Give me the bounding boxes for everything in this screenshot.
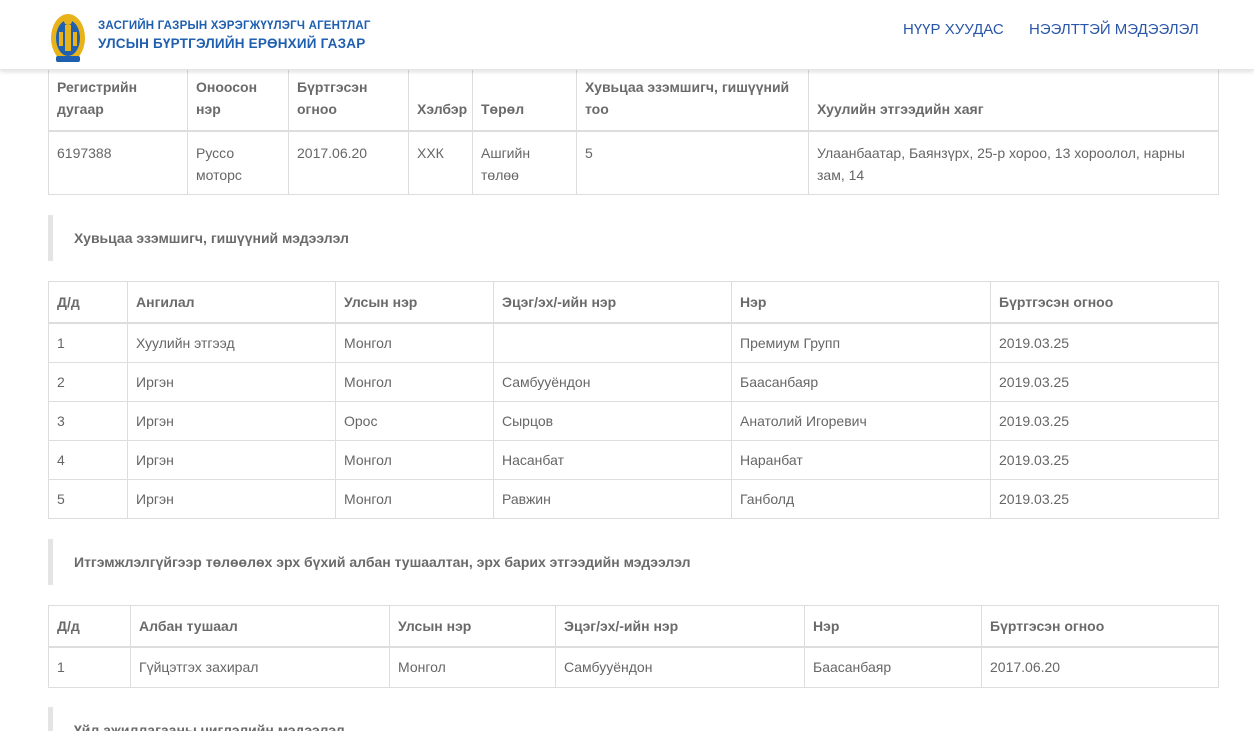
cell-country: Орос — [335, 401, 494, 441]
cell-given-name: Премиум Групп — [731, 322, 991, 363]
cell-registered-date: 2019.03.25 — [990, 440, 1219, 480]
col-header-registered-date: Бүртгэсэн огноо — [981, 605, 1219, 648]
cell-registered-date: 2019.03.25 — [990, 322, 1219, 363]
table-row: 4 Иргэн Монгол Насанбат Наранбат 2019.03… — [48, 440, 1219, 480]
col-header-register-number: Регистрийн дугаар — [48, 70, 188, 132]
cell-registered-date: 2019.03.25 — [990, 362, 1219, 402]
agency-brand[interactable]: ЗАСГИЙН ГАЗРЫН ХЭРЭГЖҮҮЛЭГЧ АГЕНТЛАГ УЛС… — [98, 20, 371, 51]
brand-line-registry: УЛСЫН БҮРТГЭЛИЙН ЕРӨНХИЙ ГАЗАР — [98, 36, 366, 51]
cell-category: Хуулийн этгээд — [127, 322, 336, 363]
cell-given-name: Баасанбаяр — [804, 646, 982, 688]
cell-index: 1 — [48, 322, 128, 363]
cell-parent-name — [493, 322, 732, 363]
cell-category: Иргэн — [127, 401, 336, 441]
cell-parent-name: Равжин — [493, 479, 732, 519]
section-title-representatives: Итгэмжлэлгүйгээр төлөөлөх эрх бүхий алба… — [48, 539, 1218, 585]
entity-address: Улаанбаатар, Баянзүрх, 25-р хороо, 13 хо… — [808, 130, 1219, 195]
table-header-row: Регистрийн дугаар Оноосон нэр Бүртгэсэн … — [48, 70, 1219, 132]
entity-name: Руссо моторс — [187, 130, 289, 195]
col-header-name: Оноосон нэр — [187, 70, 289, 132]
table-row: 1 Гүйцэтгэх захирал Монгол Самбууёндон Б… — [48, 646, 1219, 688]
cell-given-name: Анатолий Игоревич — [731, 401, 991, 441]
section-title-shareholders: Хувьцаа эзэмшигч, гишүүний мэдээлэл — [48, 215, 1218, 261]
entity-info-table: Регистрийн дугаар Оноосон нэр Бүртгэсэн … — [48, 70, 1219, 195]
cell-parent-name: Самбууёндон — [493, 362, 732, 402]
table-row: 3 Иргэн Орос Сырцов Анатолий Игоревич 20… — [48, 401, 1219, 441]
cell-registered-date: 2019.03.25 — [990, 401, 1219, 441]
table-row: 6197388 Руссо моторс 2017.06.20 ХХК Ашги… — [48, 130, 1219, 195]
col-header-registered-date: Бүртгэсэн огноо — [990, 281, 1219, 324]
cell-position: Гүйцэтгэх захирал — [130, 646, 390, 688]
soyombo-emblem-logo[interactable] — [50, 8, 86, 64]
table-header-row: Д/д Албан тушаал Улсын нэр Эцэг/эх/-ийн … — [48, 605, 1219, 648]
col-header-type: Төрөл — [472, 70, 577, 132]
table-row: 1 Хуулийн этгээд Монгол Премиум Групп 20… — [48, 322, 1219, 363]
cell-category: Иргэн — [127, 362, 336, 402]
col-header-form: Хэлбэр — [408, 70, 473, 132]
entity-form: ХХК — [408, 130, 473, 195]
cell-category: Иргэн — [127, 440, 336, 480]
site-header: ЗАСГИЙН ГАЗРЫН ХЭРЭГЖҮҮЛЭГЧ АГЕНТЛАГ УЛС… — [0, 0, 1254, 70]
cell-index: 4 — [48, 440, 128, 480]
cell-index: 2 — [48, 362, 128, 402]
nav-home-link[interactable]: НҮҮР ХУУДАС — [903, 21, 1004, 38]
cell-registered-date: 2017.06.20 — [981, 646, 1219, 688]
col-header-country: Улсын нэр — [389, 605, 556, 648]
col-header-given-name: Нэр — [731, 281, 991, 324]
shareholder-count: 5 — [576, 130, 809, 195]
cell-registered-date: 2019.03.25 — [990, 479, 1219, 519]
table-header-row: Д/д Ангилал Улсын нэр Эцэг/эх/-ийн нэр Н… — [48, 281, 1219, 324]
cell-parent-name: Самбууёндон — [555, 646, 805, 688]
brand-line-agency: ЗАСГИЙН ГАЗРЫН ХЭРЭГЖҮҮЛЭГЧ АГЕНТЛАГ — [98, 20, 371, 32]
cell-country: Монгол — [335, 362, 494, 402]
main-content: Регистрийн дугаар Оноосон нэр Бүртгэсэн … — [48, 70, 1219, 731]
table-row: 5 Иргэн Монгол Равжин Ганболд 2019.03.25 — [48, 479, 1219, 519]
cell-given-name: Ганболд — [731, 479, 991, 519]
cell-country: Монгол — [389, 646, 556, 688]
cell-given-name: Баасанбаяр — [731, 362, 991, 402]
table-row: 2 Иргэн Монгол Самбууёндон Баасанбаяр 20… — [48, 362, 1219, 402]
nav-public-info-link[interactable]: НЭЭЛТТЭЙ МЭДЭЭЛЭЛ — [1029, 21, 1199, 38]
col-header-registered-date: Бүртгэсэн огноо — [288, 70, 409, 132]
col-header-index: Д/д — [48, 605, 131, 648]
cell-country: Монгол — [335, 479, 494, 519]
cell-index: 1 — [48, 646, 131, 688]
col-header-parent-name: Эцэг/эх/-ийн нэр — [493, 281, 732, 324]
cell-parent-name: Сырцов — [493, 401, 732, 441]
cell-index: 3 — [48, 401, 128, 441]
col-header-position: Албан тушаал — [130, 605, 390, 648]
col-header-index: Д/д — [48, 281, 128, 324]
entity-type: Ашгийн төлөө — [472, 130, 577, 195]
register-number: 6197388 — [48, 130, 188, 195]
cell-given-name: Наранбат — [731, 440, 991, 480]
registered-date: 2017.06.20 — [288, 130, 409, 195]
shareholders-table: Д/д Ангилал Улсын нэр Эцэг/эх/-ийн нэр Н… — [48, 281, 1219, 519]
representatives-table: Д/д Албан тушаал Улсын нэр Эцэг/эх/-ийн … — [48, 605, 1219, 688]
cell-category: Иргэн — [127, 479, 336, 519]
col-header-parent-name: Эцэг/эх/-ийн нэр — [555, 605, 805, 648]
col-header-country: Улсын нэр — [335, 281, 494, 324]
cell-index: 5 — [48, 479, 128, 519]
cell-country: Монгол — [335, 440, 494, 480]
section-title-activities: Үйл ажиллагааны чиглэлийн мэдээлэл — [48, 706, 1218, 731]
col-header-category: Ангилал — [127, 281, 336, 324]
col-header-address: Хуулийн этгээдийн хаяг — [808, 70, 1219, 132]
cell-country: Монгол — [335, 322, 494, 363]
cell-parent-name: Насанбат — [493, 440, 732, 480]
col-header-shareholder-count: Хувьцаа эзэмшигч, гишүүний тоо — [576, 70, 809, 132]
col-header-given-name: Нэр — [804, 605, 982, 648]
